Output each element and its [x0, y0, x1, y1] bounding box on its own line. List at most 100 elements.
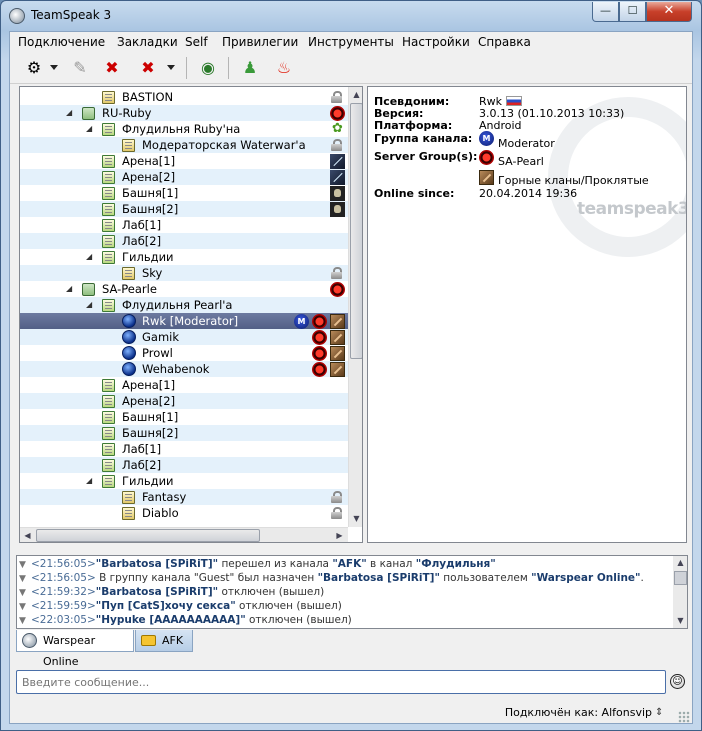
server-tab-icon	[22, 633, 37, 648]
chat-entity[interactable]: "Пуп [CatS]хочу секса"	[96, 600, 236, 612]
chat-entity[interactable]: "Barbatosa [SPiRiT]"	[318, 572, 440, 584]
user-row[interactable]: Prowl	[20, 345, 348, 361]
user-row[interactable]: Wehabenok	[20, 361, 348, 377]
group-badge-icon	[312, 330, 327, 345]
user-row[interactable]: Rwk [Moderator] M	[20, 313, 348, 329]
menu-tools[interactable]: Инструменты	[308, 35, 394, 49]
expand-chevron-icon[interactable]: ◢	[86, 473, 94, 489]
menu-permissions[interactable]: Привилегии	[222, 35, 298, 49]
expand-chevron-icon[interactable]: ◢	[86, 121, 94, 137]
channel-row[interactable]: Башня[2]	[20, 425, 348, 441]
expand-chevron-icon[interactable]: ◢	[66, 105, 74, 121]
scroll-down-icon[interactable]: ▼	[349, 511, 362, 526]
tree-vertical-scrollbar[interactable]: ▲ ▼	[348, 87, 362, 527]
channel-row[interactable]: Арена[1]	[20, 377, 348, 393]
menu-connections[interactable]: Подключение	[18, 35, 105, 49]
channel-row[interactable]: Арена[1]	[20, 153, 348, 169]
channel-tree[interactable]: BASTION ◢ RU-Ruby ◢ Флудильня Ruby'на ✿ Модера…	[19, 86, 363, 543]
flame-icon[interactable]: ♨	[272, 55, 296, 79]
channel-row[interactable]: ◢ Флудильня Pearl'a	[20, 297, 348, 313]
sa-pearl-badge-icon	[479, 150, 494, 165]
channel-icon	[122, 507, 135, 520]
channel-row[interactable]: Sky	[20, 265, 348, 281]
server-list-icon[interactable]: ✎	[68, 55, 92, 79]
channel-row[interactable]: Лаб[2]	[20, 233, 348, 249]
minimize-button[interactable]: —	[592, 2, 619, 22]
message-input[interactable]	[16, 670, 666, 694]
channel-row[interactable]: Diablo	[20, 505, 348, 521]
channel-row[interactable]: Лаб[2]	[20, 457, 348, 473]
channel-row[interactable]: Лаб[1]	[20, 441, 348, 457]
chat-scroll-up-icon[interactable]: ▲	[673, 556, 687, 570]
menu-help[interactable]: Справка	[478, 35, 531, 49]
disconnect-icon[interactable]: ✖	[100, 55, 124, 79]
maximize-button[interactable]: ☐	[619, 2, 646, 22]
tab-warspear-online[interactable]: Warspear Online	[16, 630, 134, 668]
message-arrow-icon: ▼	[19, 560, 26, 570]
channel-row[interactable]: Лаб[1]	[20, 217, 348, 233]
channel-row[interactable]: Арена[2]	[20, 169, 348, 185]
away-eye-icon[interactable]: ◉	[196, 55, 220, 79]
menu-settings[interactable]: Настройки	[402, 35, 470, 49]
chat-entity[interactable]: "Barbatosa [SPiRiT]"	[96, 558, 218, 570]
close-button[interactable]: ✕	[646, 2, 692, 22]
menu-self[interactable]: Self	[185, 35, 208, 49]
user-identity-icon[interactable]: ♟	[238, 55, 262, 79]
chat-entity[interactable]: "Hypuke [AAAAAAAAAA]"	[96, 614, 246, 626]
tree-row-label: Gamik	[142, 330, 180, 344]
channel-row[interactable]: Башня[2]	[20, 201, 348, 217]
resize-grip-icon[interactable]	[678, 711, 690, 723]
tree-row-label: Башня[1]	[122, 410, 179, 424]
channel-row[interactable]: Fantasy	[20, 489, 348, 505]
scroll-right-icon[interactable]: ▶	[332, 528, 347, 542]
user-row[interactable]: Gamik	[20, 329, 348, 345]
scroll-left-icon[interactable]: ◀	[20, 528, 35, 542]
scroll-up-icon[interactable]: ▲	[349, 87, 362, 102]
chat-log[interactable]: ▼ <21:56:05>"Barbatosa [SPiRiT]" перешел …	[16, 555, 688, 629]
message-arrow-icon: ▼	[19, 602, 26, 612]
chat-scrollbar[interactable]: ▲ ▼	[673, 556, 687, 628]
tab-label: Warspear Online	[43, 634, 96, 668]
chat-entity[interactable]: "AFK"	[332, 558, 366, 570]
tree-row-label: BASTION	[122, 90, 174, 104]
tree-row-label: Башня[1]	[122, 186, 179, 200]
lock-icon	[331, 91, 342, 103]
sword-icon	[330, 154, 345, 169]
scroll-thumb[interactable]	[350, 103, 362, 359]
tree-row-label: Башня[2]	[122, 202, 179, 216]
chat-entity[interactable]: "Флудильня"	[416, 558, 496, 570]
disconnect-all-icon[interactable]: ✖	[136, 55, 160, 79]
connect-dropdown-chevron-icon[interactable]	[50, 65, 58, 70]
expand-chevron-icon[interactable]: ◢	[66, 281, 74, 297]
channel-row[interactable]: ◢ Гильдии	[20, 249, 348, 265]
chat-text: пользователем	[439, 572, 532, 584]
channel-group-value: Moderator	[498, 137, 555, 150]
chat-scroll-thumb[interactable]	[674, 571, 687, 585]
channel-row[interactable]: ◢ Гильдии	[20, 473, 348, 489]
tab-afk[interactable]: AFK	[135, 630, 193, 652]
expand-chevron-icon[interactable]: ◢	[86, 249, 94, 265]
title-bar[interactable]: TeamSpeak 3 — ☐ ✕	[1, 1, 701, 31]
channel-row[interactable]: Модераторская Waterwar'a	[20, 137, 348, 153]
channel-row[interactable]: ◢ Флудильня Ruby'на ✿	[20, 121, 348, 137]
channel-row[interactable]: Башня[1]	[20, 409, 348, 425]
toolbar-separator	[186, 57, 187, 79]
menu-bookmarks[interactable]: Закладки	[117, 35, 178, 49]
channel-icon	[102, 251, 115, 264]
skull-icon	[330, 186, 345, 201]
tree-row-label: Sky	[142, 266, 163, 280]
channel-row[interactable]: Арена[2]	[20, 393, 348, 409]
emoticon-icon[interactable]: ☺	[670, 674, 685, 689]
connect-icon[interactable]: ⚙	[22, 55, 46, 79]
chat-entity[interactable]: "Warspear Online"	[531, 572, 640, 584]
channel-row[interactable]: BASTION	[20, 89, 348, 105]
channel-row[interactable]: Башня[1]	[20, 185, 348, 201]
expand-chevron-icon[interactable]: ◢	[86, 297, 94, 313]
chat-scroll-down-icon[interactable]: ▼	[673, 614, 687, 628]
server-row[interactable]: ◢ SA-Pearle	[20, 281, 348, 297]
hscroll-thumb[interactable]	[36, 529, 260, 542]
tree-horizontal-scrollbar[interactable]: ◀ ▶	[20, 527, 348, 542]
chat-entity[interactable]: "Barbatosa [SPiRiT]"	[96, 586, 218, 598]
server-row[interactable]: ◢ RU-Ruby	[20, 105, 348, 121]
disconnect-dropdown-chevron-icon[interactable]	[167, 65, 175, 70]
